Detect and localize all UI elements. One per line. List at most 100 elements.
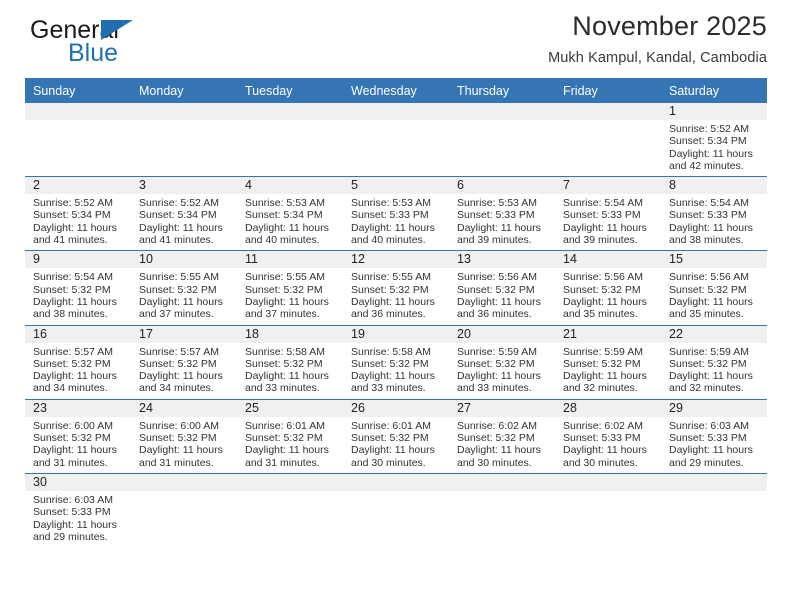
day-details: Sunrise: 5:58 AM Sunset: 5:32 PM Daylight:…: [237, 343, 343, 399]
calendar-day-cell[interactable]: 16 Sunrise: 5:57 AM Sunset: 5:32 PM Dayligh…: [25, 325, 131, 400]
daylight-text-line2: and 37 minutes.: [245, 308, 320, 321]
sunset-text: Sunset: 5:32 PM: [669, 357, 747, 370]
sunrise-text: Sunrise: 5:55 AM: [351, 271, 431, 284]
calendar-day-cell[interactable]: 9 Sunrise: 5:54 AM Sunset: 5:32 PM Daylight…: [25, 250, 131, 326]
weekday-header-cell: Tuesday: [237, 78, 343, 103]
calendar-day-cell[interactable]: 7 Sunrise: 5:54 AM Sunset: 5:33 PM Daylight…: [555, 176, 661, 252]
sunrise-text: Sunrise: 6:02 AM: [563, 419, 643, 432]
day-details: Sunrise: 6:02 AM Sunset: 5:33 PM Daylight:…: [555, 417, 661, 473]
daylight-text-line1: Daylight: 11 hours: [139, 444, 223, 457]
calendar-day-cell[interactable]: 22 Sunrise: 5:59 AM Sunset: 5:32 PM Dayligh…: [661, 325, 767, 400]
calendar-day-cell[interactable]: 10 Sunrise: 5:55 AM Sunset: 5:32 PM Dayligh…: [131, 250, 237, 326]
calendar-day-cell[interactable]: 15 Sunrise: 5:56 AM Sunset: 5:32 PM Dayligh…: [661, 250, 767, 326]
day-details: Sunrise: 6:03 AM Sunset: 5:33 PM Daylight:…: [25, 491, 131, 547]
daylight-text-line2: and 33 minutes.: [457, 382, 532, 395]
sunset-text: Sunset: 5:32 PM: [245, 283, 323, 296]
calendar-day-cell[interactable]: 30 Sunrise: 6:03 AM Sunset: 5:33 PM Dayligh…: [25, 473, 131, 547]
daylight-text-line2: and 40 minutes.: [245, 234, 320, 247]
calendar-day-cell[interactable]: 4 Sunrise: 5:53 AM Sunset: 5:34 PM Daylight…: [237, 176, 343, 252]
day-number-band: [131, 103, 237, 120]
brand-logo[interactable]: General Blue: [30, 18, 180, 70]
day-number: 8: [661, 177, 767, 195]
daylight-text-line2: and 36 minutes.: [351, 308, 426, 321]
daylight-text-line1: Daylight: 11 hours: [669, 444, 753, 457]
calendar-day-cell[interactable]: 26 Sunrise: 6:01 AM Sunset: 5:32 PM Dayligh…: [343, 399, 449, 474]
calendar-day-cell[interactable]: 23 Sunrise: 6:00 AM Sunset: 5:32 PM Dayligh…: [25, 399, 131, 474]
sunset-text: Sunset: 5:33 PM: [563, 432, 641, 445]
daylight-text-line1: Daylight: 11 hours: [457, 444, 541, 457]
sunset-text: Sunset: 5:34 PM: [139, 209, 217, 222]
day-details: Sunrise: 5:57 AM Sunset: 5:32 PM Daylight:…: [131, 343, 237, 399]
calendar-week-row: 2 Sunrise: 5:52 AM Sunset: 5:34 PM Daylight…: [25, 176, 767, 252]
weekday-header-cell: Saturday: [661, 78, 767, 103]
calendar-day-cell[interactable]: 6 Sunrise: 5:53 AM Sunset: 5:33 PM Daylight…: [449, 176, 555, 252]
day-number: 21: [555, 325, 661, 343]
sunrise-text: Sunrise: 5:55 AM: [245, 271, 325, 284]
daylight-text-line1: Daylight: 11 hours: [457, 295, 541, 308]
daylight-text-line2: and 37 minutes.: [139, 308, 214, 321]
daylight-text-line1: Daylight: 11 hours: [139, 295, 223, 308]
calendar-day-cell[interactable]: 1 Sunrise: 5:52 AM Sunset: 5:34 PM Daylight…: [661, 103, 767, 178]
day-number: 29: [661, 399, 767, 417]
day-number: 20: [449, 325, 555, 343]
calendar-day-cell[interactable]: 24 Sunrise: 6:00 AM Sunset: 5:32 PM Dayligh…: [131, 399, 237, 474]
sunrise-text: Sunrise: 5:53 AM: [457, 197, 537, 210]
daylight-text-line1: Daylight: 11 hours: [33, 444, 117, 457]
calendar-day-cell[interactable]: 12 Sunrise: 5:55 AM Sunset: 5:32 PM Dayligh…: [343, 250, 449, 326]
weekday-header: Sunday Monday Tuesday Wednesday Thursday Frid…: [25, 78, 767, 103]
daylight-text-line2: and 40 minutes.: [351, 234, 426, 247]
calendar-day-cell-empty: [343, 473, 449, 547]
daylight-text-line2: and 31 minutes.: [33, 456, 108, 469]
sunrise-text: Sunrise: 6:02 AM: [457, 419, 537, 432]
sunrise-text: Sunrise: 5:58 AM: [245, 345, 325, 358]
sunset-text: Sunset: 5:32 PM: [33, 357, 111, 370]
sunset-text: Sunset: 5:32 PM: [669, 283, 747, 296]
day-details: Sunrise: 5:56 AM Sunset: 5:32 PM Daylight:…: [661, 268, 767, 324]
day-number-band: [555, 473, 661, 491]
sunset-text: Sunset: 5:32 PM: [457, 432, 535, 445]
daylight-text-line1: Daylight: 11 hours: [33, 370, 117, 383]
calendar-day-cell-empty: [555, 103, 661, 178]
day-details: Sunrise: 6:03 AM Sunset: 5:33 PM Daylight:…: [661, 417, 767, 473]
calendar-day-cell[interactable]: 3 Sunrise: 5:52 AM Sunset: 5:34 PM Daylight…: [131, 176, 237, 252]
sunrise-text: Sunrise: 5:56 AM: [563, 271, 643, 284]
daylight-text-line2: and 35 minutes.: [563, 308, 638, 321]
calendar-day-cell[interactable]: 13 Sunrise: 5:56 AM Sunset: 5:32 PM Dayligh…: [449, 250, 555, 326]
calendar-day-cell[interactable]: 25 Sunrise: 6:01 AM Sunset: 5:32 PM Dayligh…: [237, 399, 343, 474]
calendar-day-cell[interactable]: 18 Sunrise: 5:58 AM Sunset: 5:32 PM Dayligh…: [237, 325, 343, 400]
page-title: November 2025: [572, 11, 767, 41]
calendar-day-cell[interactable]: 11 Sunrise: 5:55 AM Sunset: 5:32 PM Dayligh…: [237, 250, 343, 326]
calendar-day-cell[interactable]: 20 Sunrise: 5:59 AM Sunset: 5:32 PM Dayligh…: [449, 325, 555, 400]
day-details: Sunrise: 5:59 AM Sunset: 5:32 PM Daylight:…: [555, 343, 661, 399]
day-details: Sunrise: 6:01 AM Sunset: 5:32 PM Daylight:…: [237, 417, 343, 473]
day-details: Sunrise: 5:55 AM Sunset: 5:32 PM Daylight:…: [131, 268, 237, 324]
calendar-day-cell[interactable]: 17 Sunrise: 5:57 AM Sunset: 5:32 PM Dayligh…: [131, 325, 237, 400]
day-details: Sunrise: 5:56 AM Sunset: 5:32 PM Daylight:…: [449, 268, 555, 324]
calendar-day-cell[interactable]: 2 Sunrise: 5:52 AM Sunset: 5:34 PM Daylight…: [25, 176, 131, 252]
calendar-day-cell[interactable]: 8 Sunrise: 5:54 AM Sunset: 5:33 PM Daylight…: [661, 176, 767, 252]
calendar-day-cell[interactable]: 21 Sunrise: 5:59 AM Sunset: 5:32 PM Dayligh…: [555, 325, 661, 400]
calendar-day-cell-empty: [449, 103, 555, 178]
weekday-header-cell: Thursday: [449, 78, 555, 103]
calendar-day-cell[interactable]: 14 Sunrise: 5:56 AM Sunset: 5:32 PM Dayligh…: [555, 250, 661, 326]
day-number: 15: [661, 251, 767, 269]
daylight-text-line1: Daylight: 11 hours: [563, 295, 647, 308]
calendar-day-cell[interactable]: 27 Sunrise: 6:02 AM Sunset: 5:32 PM Dayligh…: [449, 399, 555, 474]
calendar-day-cell[interactable]: 29 Sunrise: 6:03 AM Sunset: 5:33 PM Dayligh…: [661, 399, 767, 474]
day-details: Sunrise: 5:52 AM Sunset: 5:34 PM Daylight:…: [25, 194, 131, 250]
sunset-text: Sunset: 5:32 PM: [139, 283, 217, 296]
day-number-band: [343, 103, 449, 120]
daylight-text-line2: and 36 minutes.: [457, 308, 532, 321]
calendar-day-cell[interactable]: 19 Sunrise: 5:58 AM Sunset: 5:32 PM Dayligh…: [343, 325, 449, 400]
brand-name-blue: Blue: [68, 39, 119, 67]
calendar-week-row: 9 Sunrise: 5:54 AM Sunset: 5:32 PM Daylight…: [25, 250, 767, 326]
sunset-text: Sunset: 5:34 PM: [33, 209, 111, 222]
calendar-day-cell-empty: [237, 103, 343, 178]
day-number-band: [449, 103, 555, 120]
sunrise-text: Sunrise: 5:54 AM: [563, 197, 643, 210]
day-details: Sunrise: 5:57 AM Sunset: 5:32 PM Daylight:…: [25, 343, 131, 399]
calendar-day-cell[interactable]: 5 Sunrise: 5:53 AM Sunset: 5:33 PM Daylight…: [343, 176, 449, 252]
calendar-day-cell[interactable]: 28 Sunrise: 6:02 AM Sunset: 5:33 PM Dayligh…: [555, 399, 661, 474]
day-details: Sunrise: 5:59 AM Sunset: 5:32 PM Daylight:…: [449, 343, 555, 399]
day-number: 14: [555, 251, 661, 269]
